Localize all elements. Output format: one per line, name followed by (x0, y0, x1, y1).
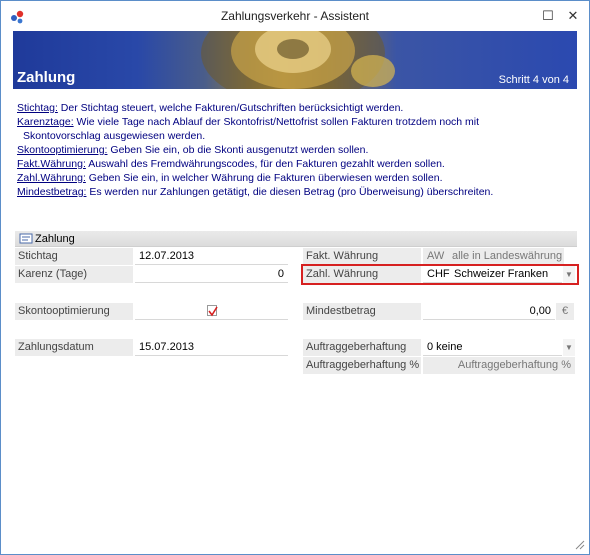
auftraggeberhaftung-pct-label: Auftraggeberhaftung % (303, 357, 421, 374)
skonto-field (135, 303, 288, 320)
title-bar[interactable]: Zahlungsverkehr - Assistent ☐ ✕ (1, 1, 589, 31)
stichtag-field[interactable]: 12.07.2013 (135, 248, 288, 265)
auftraggeberhaftung-dropdown[interactable]: ▼ (563, 339, 575, 356)
help-term: Karenztage: (17, 116, 74, 128)
auftraggeberhaftung-pct-field: Auftraggeberhaftung % (423, 357, 575, 374)
help-term: Mindestbetrag: (17, 186, 87, 198)
skonto-checkbox[interactable] (207, 305, 218, 317)
window-title: Zahlungsverkehr - Assistent (220, 9, 370, 23)
help-term: Stichtag: (17, 102, 58, 114)
help-line-fakt-waehrung: Fakt.Währung: Auswahl des Fremdwährungsc… (17, 157, 577, 171)
fakt-waehrung-code: AW (423, 248, 448, 265)
fakt-waehrung-value: alle in Landeswährung (448, 248, 564, 265)
help-term: Fakt.Währung: (17, 158, 86, 170)
fakt-waehrung-label: Fakt. Währung (303, 248, 421, 265)
highlight-frame (301, 264, 579, 285)
page-title: Zahlung (17, 69, 76, 86)
help-desc: Geben Sie ein, ob die Skonti ausgenutzt … (107, 144, 369, 156)
checkmark-icon (208, 306, 218, 317)
help-desc: Es werden nur Zahlungen getätigt, die di… (86, 186, 494, 198)
karenz-field[interactable]: 0 (135, 266, 288, 283)
help-desc: Wie viele Tage nach Ablauf der Skontofri… (73, 116, 480, 128)
karenz-label: Karenz (Tage) (15, 266, 133, 283)
help-term: Skontooptimierung: (17, 144, 108, 156)
compass-image (201, 31, 395, 89)
close-button[interactable]: ✕ (562, 7, 584, 25)
stichtag-label: Stichtag (15, 248, 133, 265)
skonto-label: Skontooptimierung (15, 303, 133, 320)
help-line-karenztage-cont: Skontovorschlag ausgewiesen werden. (17, 129, 577, 143)
help-desc: Der Stichtag steuert, welche Fakturen/Gu… (57, 102, 404, 114)
resize-grip-icon[interactable] (573, 538, 585, 550)
maximize-button[interactable]: ☐ (537, 7, 559, 25)
help-desc: Auswahl des Fremdwährungscodes, für den … (85, 158, 445, 170)
auftraggeberhaftung-label: Auftraggeberhaftung (303, 339, 421, 356)
help-line-stichtag: Stichtag: Der Stichtag steuert, welche F… (17, 101, 577, 115)
section-header-zahlung: Zahlung (15, 231, 577, 247)
help-line-mindestbetrag: Mindestbetrag: Es werden nur Zahlungen g… (17, 185, 577, 199)
zahlungsdatum-field[interactable]: 15.07.2013 (135, 339, 288, 356)
help-text: Stichtag: Der Stichtag steuert, welche F… (17, 101, 577, 199)
step-indicator: Schritt 4 von 4 (498, 74, 569, 86)
header-banner: Zahlung Schritt 4 von 4 (13, 31, 577, 89)
help-line-zahl-waehrung: Zahl.Währung: Geben Sie ein, in welcher … (17, 171, 577, 185)
help-desc: Geben Sie ein, in welcher Währung die Fa… (85, 172, 443, 184)
auftraggeberhaftung-field[interactable]: 0 keine (423, 339, 562, 356)
form-icon (19, 233, 33, 244)
section-label: Zahlung (35, 233, 75, 245)
help-line-skonto: Skontooptimierung: Geben Sie ein, ob die… (17, 143, 577, 157)
mindestbetrag-label: Mindestbetrag (303, 303, 421, 320)
currency-unit: € (556, 303, 574, 320)
help-term: Zahl.Währung: (17, 172, 86, 184)
help-desc: Skontovorschlag ausgewiesen werden. (23, 130, 206, 142)
mindestbetrag-field[interactable]: 0,00 (423, 303, 555, 320)
assistant-window: Zahlungsverkehr - Assistent ☐ ✕ Zahlung … (0, 0, 590, 555)
zahlungsdatum-label: Zahlungsdatum (15, 339, 133, 356)
help-line-karenztage: Karenztage: Wie viele Tage nach Ablauf d… (17, 115, 577, 129)
